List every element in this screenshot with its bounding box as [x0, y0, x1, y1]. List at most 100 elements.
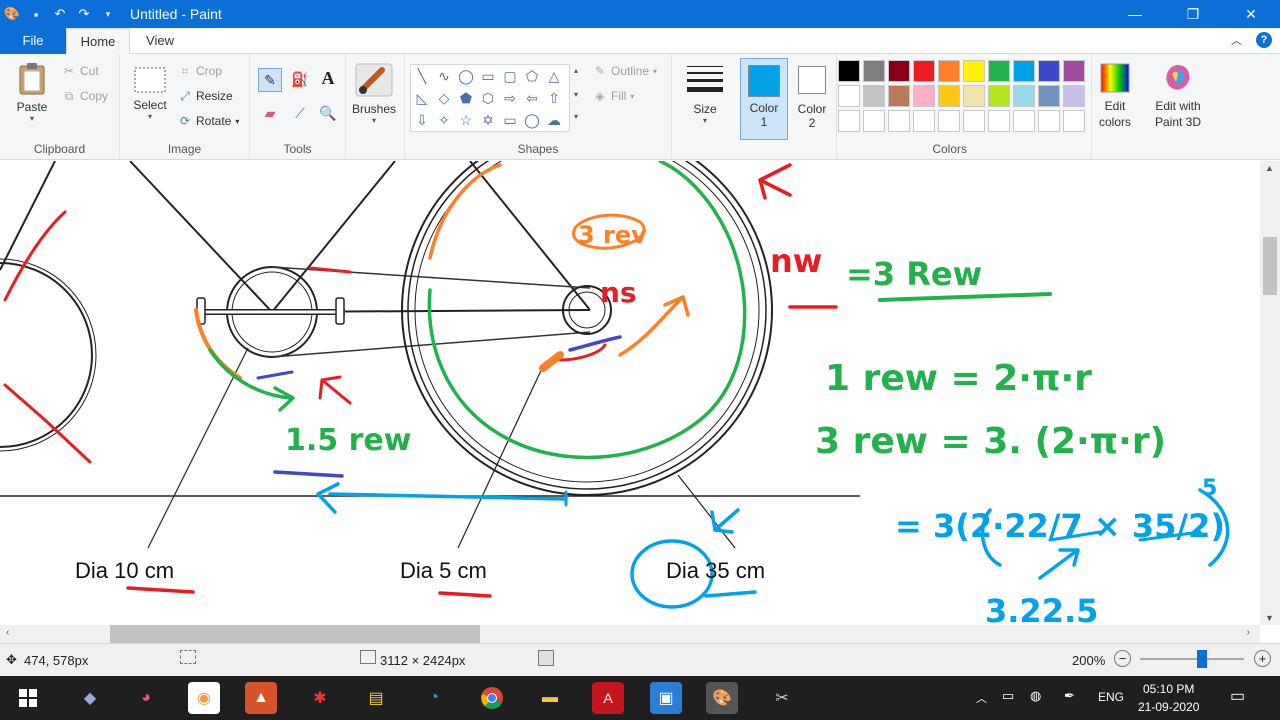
line-shape-icon[interactable]: ╲ — [411, 65, 433, 87]
edit-colors-button[interactable]: Edit colors — [1094, 62, 1136, 130]
palette-swatch[interactable] — [1038, 60, 1060, 82]
app-orange-icon[interactable]: ▲ — [245, 682, 277, 714]
palette-swatch[interactable] — [863, 110, 885, 132]
app-paint-alt-icon[interactable]: ◕ — [130, 682, 162, 714]
palette-swatch[interactable] — [1038, 110, 1060, 132]
horizontal-scrollbar[interactable]: ‹ › — [0, 625, 1260, 643]
palette-swatch[interactable] — [963, 85, 985, 107]
copy-button[interactable]: ⧉ Copy — [62, 89, 108, 103]
text-tool-icon[interactable]: A — [316, 66, 340, 90]
pencil-icon[interactable]: ✎ — [258, 68, 282, 92]
palette-swatch[interactable] — [863, 85, 885, 107]
horizontal-scroll-thumb[interactable] — [110, 625, 480, 643]
polygon-shape-icon[interactable]: ⬠ — [521, 65, 543, 87]
palette-swatch[interactable] — [838, 110, 860, 132]
paste-dropdown-icon[interactable]: ▾ — [10, 114, 54, 123]
palette-swatch[interactable] — [938, 60, 960, 82]
app-photo-icon[interactable]: ◉ — [188, 682, 220, 714]
brushes-button[interactable]: Brushes ▾ — [348, 62, 400, 125]
shapes-more-icon[interactable]: ▾ — [574, 112, 578, 121]
size-dropdown-icon[interactable]: ▾ — [680, 116, 730, 125]
rotate-button[interactable]: ⟳ Rotate ▾ — [178, 114, 239, 128]
maximize-icon[interactable]: ❐ — [1164, 0, 1222, 28]
triangle-shape-icon[interactable]: △ — [543, 65, 565, 87]
paint-taskbar-icon[interactable]: 🎨 — [706, 682, 738, 714]
right-triangle-shape-icon[interactable]: ◺ — [411, 87, 433, 109]
four-point-star-shape-icon[interactable]: ✧ — [433, 109, 455, 131]
color-picker-icon[interactable]: ⟋ — [288, 102, 312, 126]
app-spider-icon[interactable]: ✱ — [304, 682, 336, 714]
help-icon[interactable]: ? — [1256, 32, 1272, 48]
palette-swatch[interactable] — [1063, 85, 1085, 107]
app-document-icon[interactable]: ▤ — [360, 682, 392, 714]
palette-swatch[interactable] — [913, 85, 935, 107]
rect-callout-shape-icon[interactable]: ▭ — [499, 109, 521, 131]
paste-button[interactable]: Paste ▾ — [10, 62, 54, 123]
shapes-scroll-down-icon[interactable]: ▾ — [574, 90, 578, 99]
color1-button[interactable]: Color 1 — [740, 58, 788, 140]
eraser-icon[interactable]: ▰ — [258, 102, 282, 126]
fill-dropdown-icon[interactable]: ▾ — [630, 92, 634, 101]
edit-with-paint3d-button[interactable]: Edit with Paint 3D — [1150, 62, 1206, 130]
notifications-icon[interactable]: ▭ — [1230, 686, 1245, 706]
down-arrow-shape-icon[interactable]: ⇩ — [411, 109, 433, 131]
up-arrow-shape-icon[interactable]: ⇧ — [543, 87, 565, 109]
outline-dropdown-icon[interactable]: ▾ — [653, 67, 657, 76]
shapes-scroll-up-icon[interactable]: ▴ — [574, 66, 578, 75]
diamond-shape-icon[interactable]: ◇ — [433, 87, 455, 109]
snipping-tool-icon[interactable]: ✂ — [766, 682, 798, 714]
canvas-area[interactable]: Dia 10 cm Dia 5 cm Dia 35 cm 3 rev ns nw… — [0, 161, 1260, 625]
palette-swatch[interactable] — [1013, 110, 1035, 132]
palette-swatch[interactable] — [1013, 85, 1035, 107]
rotate-dropdown-icon[interactable]: ▾ — [235, 117, 239, 126]
left-arrow-shape-icon[interactable]: ⇦ — [521, 87, 543, 109]
palette-swatch[interactable] — [888, 110, 910, 132]
right-arrow-shape-icon[interactable]: ⇨ — [499, 87, 521, 109]
pentagon-shape-icon[interactable]: ⬟ — [455, 87, 477, 109]
size-button[interactable]: Size ▾ — [680, 62, 730, 125]
tab-file[interactable]: File — [0, 28, 66, 54]
palette-swatch[interactable] — [913, 110, 935, 132]
vertical-scroll-thumb[interactable] — [1263, 237, 1277, 295]
oval-callout-shape-icon[interactable]: ◯ — [521, 109, 543, 131]
palette-swatch[interactable] — [1013, 60, 1035, 82]
palette-swatch[interactable] — [1063, 60, 1085, 82]
cut-button[interactable]: ✂ Cut — [62, 64, 99, 78]
minimize-icon[interactable]: — — [1106, 0, 1164, 28]
windows-start-icon[interactable] — [12, 682, 44, 714]
language-indicator[interactable]: ENG — [1098, 690, 1124, 704]
palette-swatch[interactable] — [888, 85, 910, 107]
palette-swatch[interactable] — [863, 60, 885, 82]
chrome-icon[interactable] — [476, 682, 508, 714]
drawing-canvas[interactable]: Dia 10 cm Dia 5 cm Dia 35 cm 3 rev ns nw… — [0, 161, 1260, 625]
cloud-callout-shape-icon[interactable]: ☁ — [543, 109, 565, 131]
scroll-up-icon[interactable]: ▲ — [1265, 163, 1274, 173]
palette-swatch[interactable] — [888, 60, 910, 82]
palette-swatch[interactable] — [988, 85, 1010, 107]
six-point-star-shape-icon[interactable]: ✡ — [477, 109, 499, 131]
show-hidden-icons[interactable]: ︿ — [976, 690, 987, 706]
five-point-star-shape-icon[interactable]: ☆ — [455, 109, 477, 131]
fill-bucket-icon[interactable]: ⛽ — [288, 68, 312, 92]
fill-button[interactable]: ◈ Fill ▾ — [593, 89, 634, 103]
acrobat-icon[interactable]: A — [592, 682, 624, 714]
oval-shape-icon[interactable]: ◯ — [455, 65, 477, 87]
palette-swatch[interactable] — [963, 110, 985, 132]
app-inkscape-icon[interactable]: ◆ — [74, 682, 106, 714]
zoom-slider[interactable] — [1140, 650, 1244, 668]
crop-button[interactable]: ⌗ Crop — [178, 64, 222, 78]
scroll-left-icon[interactable]: ‹ — [6, 627, 9, 638]
pen-icon[interactable]: ✒ — [1064, 688, 1075, 704]
battery-icon[interactable]: ▭ — [1002, 688, 1014, 704]
palette-swatch[interactable] — [963, 60, 985, 82]
undo-icon[interactable]: ↶ — [48, 6, 72, 22]
palette-swatch[interactable] — [838, 85, 860, 107]
clock[interactable]: 05:10 PM 21-09-2020 — [1138, 680, 1199, 716]
save-icon[interactable]: ▪ — [24, 7, 48, 22]
photos-icon[interactable]: ▣ — [650, 682, 682, 714]
app-sync-icon[interactable]: ◔ — [418, 682, 450, 714]
redo-icon[interactable]: ↷ — [72, 6, 96, 22]
palette-swatch[interactable] — [838, 60, 860, 82]
outline-button[interactable]: ✎ Outline ▾ — [593, 64, 657, 78]
palette-swatch[interactable] — [988, 110, 1010, 132]
